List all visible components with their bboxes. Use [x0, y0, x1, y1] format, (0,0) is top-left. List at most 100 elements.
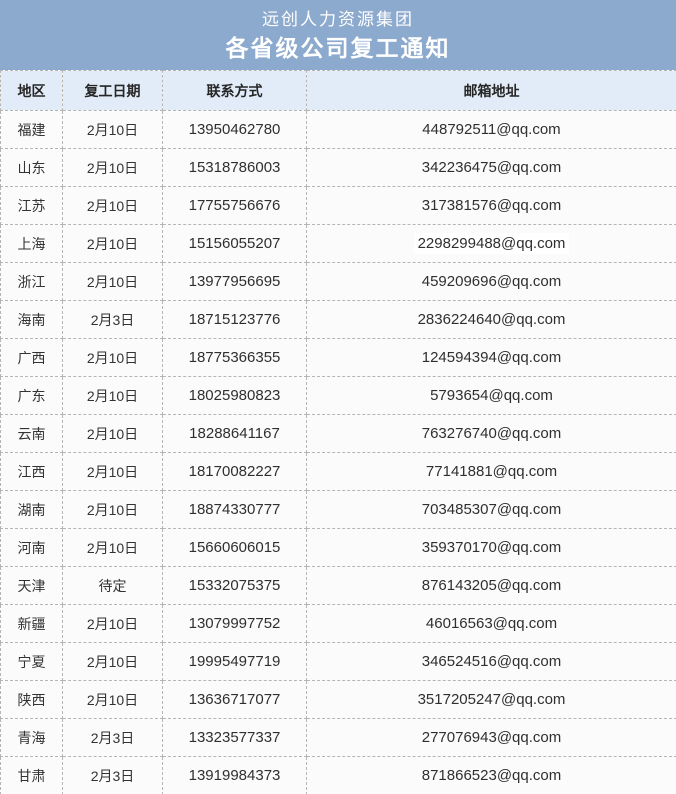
phone-cell: 18715123776	[163, 301, 307, 339]
region-cell: 河南	[1, 529, 63, 567]
email-cell: 346524516@qq.com	[307, 643, 676, 681]
email-cell: 763276740@qq.com	[307, 415, 676, 453]
table-row: 青海2月3日13323577337277076943@qq.com	[1, 719, 676, 757]
region-cell: 海南	[1, 301, 63, 339]
date-cell: 2月10日	[63, 605, 163, 643]
date-cell: 2月10日	[63, 529, 163, 567]
region-cell: 江西	[1, 453, 63, 491]
phone-cell: 13919984373	[163, 757, 307, 794]
region-cell: 广东	[1, 377, 63, 415]
table-row: 江苏2月10日17755756676317381576@qq.com	[1, 187, 676, 225]
table-header-row: 地区 复工日期 联系方式 邮箱地址	[1, 71, 676, 111]
phone-cell: 17755756676	[163, 187, 307, 225]
date-cell: 2月10日	[63, 415, 163, 453]
table-row: 浙江2月10日13977956695459209696@qq.com	[1, 263, 676, 301]
region-cell: 宁夏	[1, 643, 63, 681]
table-body: 福建2月10日13950462780448792511@qq.com山东2月10…	[1, 111, 676, 794]
email-cell: 77141881@qq.com	[307, 453, 676, 491]
resumption-table: 地区 复工日期 联系方式 邮箱地址 福建2月10日139504627804487…	[0, 70, 676, 794]
region-cell: 湖南	[1, 491, 63, 529]
email-cell: 2298299488@qq.com	[307, 225, 676, 263]
phone-cell: 13636717077	[163, 681, 307, 719]
phone-cell: 15332075375	[163, 567, 307, 605]
email-cell: 871866523@qq.com	[307, 757, 676, 794]
region-cell: 山东	[1, 149, 63, 187]
table-row: 上海2月10日15156055207 2298299488@qq.com	[1, 225, 676, 263]
date-cell: 2月10日	[63, 681, 163, 719]
notice-page: 远创人力资源集团 各省级公司复工通知 地区 复工日期 联系方式 邮箱地址 福建2…	[0, 0, 676, 794]
email-cell: 124594394@qq.com	[307, 339, 676, 377]
email-cell: 459209696@qq.com	[307, 263, 676, 301]
table-row: 广东2月10日180259808235793654@qq.com	[1, 377, 676, 415]
region-cell: 云南	[1, 415, 63, 453]
date-cell: 2月10日	[63, 263, 163, 301]
date-cell: 2月10日	[63, 111, 163, 149]
table-row: 海南2月3日187151237762836224640@qq.com	[1, 301, 676, 339]
phone-cell: 13950462780	[163, 111, 307, 149]
region-cell: 上海	[1, 225, 63, 263]
email-cell: 46016563@qq.com	[307, 605, 676, 643]
region-cell: 青海	[1, 719, 63, 757]
table-row: 宁夏2月10日19995497719346524516@qq.com	[1, 643, 676, 681]
phone-cell: 19995497719	[163, 643, 307, 681]
banner: 远创人力资源集团 各省级公司复工通知	[0, 0, 676, 70]
phone-cell: 18874330777	[163, 491, 307, 529]
region-cell: 新疆	[1, 605, 63, 643]
email-cell: 448792511@qq.com	[307, 111, 676, 149]
table-row: 新疆2月10日1307999775246016563@qq.com	[1, 605, 676, 643]
table-row: 天津待定15332075375876143205@qq.com	[1, 567, 676, 605]
region-cell: 福建	[1, 111, 63, 149]
col-header-date: 复工日期	[63, 71, 163, 111]
phone-cell: 15318786003	[163, 149, 307, 187]
date-cell: 2月10日	[63, 149, 163, 187]
email-cell: 3517205247@qq.com	[307, 681, 676, 719]
date-cell: 2月10日	[63, 491, 163, 529]
phone-cell: 13323577337	[163, 719, 307, 757]
date-cell: 2月3日	[63, 301, 163, 339]
date-cell: 2月10日	[63, 377, 163, 415]
date-cell: 2月3日	[63, 757, 163, 794]
email-cell: 359370170@qq.com	[307, 529, 676, 567]
date-cell: 2月10日	[63, 187, 163, 225]
region-cell: 广西	[1, 339, 63, 377]
phone-cell: 18775366355	[163, 339, 307, 377]
table-row: 湖南2月10日18874330777703485307@qq.com	[1, 491, 676, 529]
phone-cell: 15660606015	[163, 529, 307, 567]
email-cell: 277076943@qq.com	[307, 719, 676, 757]
phone-cell: 13079997752	[163, 605, 307, 643]
region-cell: 浙江	[1, 263, 63, 301]
table-row: 江西2月10日1817008222777141881@qq.com	[1, 453, 676, 491]
table-row: 福建2月10日13950462780448792511@qq.com	[1, 111, 676, 149]
email-cell: 5793654@qq.com	[307, 377, 676, 415]
table-row: 山东2月10日15318786003342236475@qq.com	[1, 149, 676, 187]
col-header-contact: 联系方式	[163, 71, 307, 111]
date-cell: 2月3日	[63, 719, 163, 757]
date-cell: 待定	[63, 567, 163, 605]
phone-cell: 13977956695	[163, 263, 307, 301]
region-cell: 甘肃	[1, 757, 63, 794]
email-cell: 317381576@qq.com	[307, 187, 676, 225]
phone-cell: 18288641167	[163, 415, 307, 453]
col-header-region: 地区	[1, 71, 63, 111]
table-row: 广西2月10日18775366355124594394@qq.com	[1, 339, 676, 377]
email-cell: 2836224640@qq.com	[307, 301, 676, 339]
table-row: 河南2月10日15660606015359370170@qq.com	[1, 529, 676, 567]
table-row: 云南2月10日18288641167763276740@qq.com	[1, 415, 676, 453]
date-cell: 2月10日	[63, 643, 163, 681]
phone-cell: 15156055207	[163, 225, 307, 263]
phone-cell: 18025980823	[163, 377, 307, 415]
email-cell: 876143205@qq.com	[307, 567, 676, 605]
table-row: 甘肃2月3日13919984373871866523@qq.com	[1, 757, 676, 794]
page-title: 各省级公司复工通知	[226, 34, 451, 62]
date-cell: 2月10日	[63, 453, 163, 491]
col-header-email: 邮箱地址	[307, 71, 676, 111]
email-cell: 342236475@qq.com	[307, 149, 676, 187]
phone-cell: 18170082227	[163, 453, 307, 491]
email-cell: 703485307@qq.com	[307, 491, 676, 529]
highlighted-email: 2298299488@qq.com	[414, 233, 570, 254]
date-cell: 2月10日	[63, 339, 163, 377]
date-cell: 2月10日	[63, 225, 163, 263]
region-cell: 江苏	[1, 187, 63, 225]
region-cell: 陕西	[1, 681, 63, 719]
region-cell: 天津	[1, 567, 63, 605]
